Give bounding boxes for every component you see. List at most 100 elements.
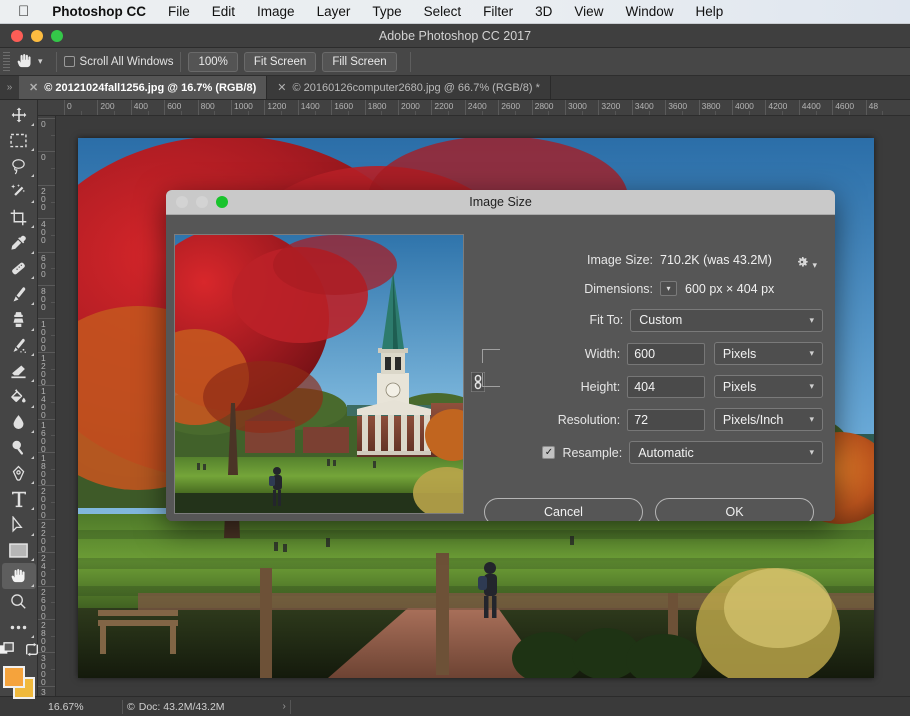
tab-label: © 20160126computer2680.jpg @ 66.7% (RGB/…	[292, 81, 540, 94]
ruler-label: 1200	[41, 352, 46, 387]
resample-value: Automatic	[638, 445, 694, 460]
menu-3d[interactable]: 3D	[524, 4, 563, 19]
tool-submenu-triangle-icon	[30, 353, 34, 357]
dimensions-chevron-down-icon[interactable]: ▾	[660, 281, 677, 296]
doc-size-label: Doc: 43.2M/43.2M	[138, 700, 225, 713]
tools-panel	[0, 100, 38, 700]
marquee-tool[interactable]	[2, 128, 36, 154]
height-unit-value: Pixels	[722, 379, 757, 394]
quick-mask-icon[interactable]	[0, 642, 15, 662]
tool-submenu-triangle-icon	[30, 327, 34, 331]
resolution-label: Resolution:	[557, 412, 621, 427]
width-unit-select[interactable]: Pixels ▾	[713, 342, 824, 365]
hand-tool[interactable]	[1, 563, 36, 589]
scroll-all-windows-option[interactable]: Scroll All Windows	[63, 56, 173, 68]
options-bar-grip[interactable]	[3, 51, 10, 72]
width-input[interactable]: 600	[627, 342, 705, 365]
blur-tool[interactable]	[2, 410, 36, 436]
ruler-label: 3000	[568, 101, 587, 111]
tool-submenu-triangle-icon	[30, 378, 34, 382]
menu-filter[interactable]: Filter	[472, 4, 524, 19]
close-icon[interactable]: ✕	[277, 81, 286, 94]
tool-submenu-triangle-icon	[30, 199, 34, 203]
chevron-down-icon: ▾	[809, 381, 815, 391]
clone-stamp-tool[interactable]	[2, 307, 36, 333]
status-chevron-icon[interactable]: ›	[283, 701, 286, 712]
crop-tool[interactable]	[2, 205, 36, 231]
resolution-input[interactable]: 72	[627, 408, 705, 431]
gear-icon[interactable]: ▾	[795, 255, 817, 272]
dimensions-label: Dimensions:	[584, 281, 653, 296]
tool-submenu-triangle-icon	[30, 225, 34, 229]
apple-icon[interactable]: 	[0, 4, 41, 19]
macos-menu-bar:  Photoshop CC File Edit Image Layer Typ…	[0, 0, 910, 24]
menu-edit[interactable]: Edit	[201, 4, 246, 19]
scroll-all-windows-checkbox[interactable]	[63, 56, 75, 67]
tab-20121024fall1256[interactable]: ✕ © 20121024fall1256.jpg @ 16.7% (RGB/8)	[19, 76, 268, 99]
close-icon[interactable]: ✕	[29, 81, 38, 94]
dimensions-value: 600 px × 404 px	[685, 281, 775, 296]
ruler-label: 600	[41, 252, 46, 279]
eyedropper-tool[interactable]	[2, 230, 36, 256]
history-brush-tool[interactable]	[2, 333, 36, 359]
path-selection-tool[interactable]	[2, 512, 36, 538]
height-input[interactable]: 404	[627, 375, 705, 398]
ruler-label: 1000	[234, 101, 253, 111]
type-tool[interactable]	[2, 486, 36, 512]
more-tools[interactable]	[2, 615, 36, 641]
menu-file[interactable]: File	[157, 4, 201, 19]
healing-brush-tool[interactable]	[2, 256, 36, 282]
height-unit-select[interactable]: Pixels ▾	[713, 375, 824, 398]
foreground-color-swatch[interactable]	[2, 666, 25, 689]
dialog-title-bar: Image Size	[166, 190, 835, 215]
image-size-form: ▾ Image Size: 710.2K (was 43.2M) Dimensi…	[470, 245, 824, 521]
dimensions-row: Dimensions: ▾ 600 px × 404 px	[484, 274, 823, 303]
fill-screen-button[interactable]: Fill Screen	[322, 51, 397, 72]
ruler-label: 0	[41, 152, 46, 163]
dodge-tool[interactable]	[2, 435, 36, 461]
rectangle-tool[interactable]	[2, 538, 36, 564]
zoom-level-field[interactable]: 16.67%	[38, 701, 118, 713]
options-divider	[55, 51, 57, 72]
document-info[interactable]: © Doc: 43.2M/43.2M ›	[127, 701, 286, 713]
ok-button[interactable]: OK	[655, 498, 814, 521]
tool-submenu-triangle-icon	[30, 122, 34, 126]
ruler-label: 2400	[467, 101, 487, 111]
menu-type[interactable]: Type	[361, 4, 412, 19]
tool-submenu-triangle-icon	[30, 507, 34, 510]
pen-tool[interactable]	[2, 461, 36, 487]
ruler-label: 2600	[501, 101, 521, 111]
resolution-unit-select[interactable]: Pixels/Inch ▾	[713, 408, 824, 431]
zoom-tool[interactable]	[2, 589, 36, 615]
ruler-label: 48	[868, 101, 879, 111]
fit-to-row: Fit To: Custom ▾	[484, 303, 823, 337]
menu-help[interactable]: Help	[684, 4, 734, 19]
lasso-tool[interactable]	[2, 153, 36, 179]
cancel-button[interactable]: Cancel	[484, 498, 643, 521]
hand-tool-icon[interactable]	[10, 49, 38, 75]
menu-layer[interactable]: Layer	[306, 4, 362, 19]
tool-preset-chevron-down-icon[interactable]: ▾	[38, 56, 43, 67]
menu-photoshop-cc[interactable]: Photoshop CC	[41, 4, 157, 19]
menu-view[interactable]: View	[563, 4, 614, 19]
height-row: Height: 404 Pixels ▾	[482, 370, 824, 403]
vertical-scrollbar[interactable]	[900, 116, 910, 696]
resample-select[interactable]: Automatic ▾	[629, 441, 823, 464]
move-tool[interactable]	[2, 102, 36, 128]
tool-submenu-triangle-icon	[30, 430, 34, 434]
fit-to-select[interactable]: Custom ▾	[630, 308, 823, 332]
menu-select[interactable]: Select	[413, 4, 473, 19]
menu-image[interactable]: Image	[246, 4, 306, 19]
fit-screen-button[interactable]: Fit Screen	[243, 51, 317, 72]
brush-tool[interactable]	[2, 281, 36, 307]
menu-window[interactable]: Window	[614, 4, 684, 19]
tab-20160126computer2680[interactable]: ✕ © 20160126computer2680.jpg @ 66.7% (RG…	[267, 76, 551, 99]
image-preview[interactable]	[174, 234, 464, 514]
resample-checkbox[interactable]: ✓	[542, 446, 556, 459]
eraser-tool[interactable]	[2, 358, 36, 384]
magic-wand-tool[interactable]	[2, 179, 36, 205]
gradient-tool[interactable]	[2, 384, 36, 410]
ruler-label: 3200	[41, 686, 46, 696]
zoom-100-button[interactable]: 100%	[188, 51, 238, 72]
tab-overflow-chevron-icon[interactable]: »	[0, 76, 19, 99]
